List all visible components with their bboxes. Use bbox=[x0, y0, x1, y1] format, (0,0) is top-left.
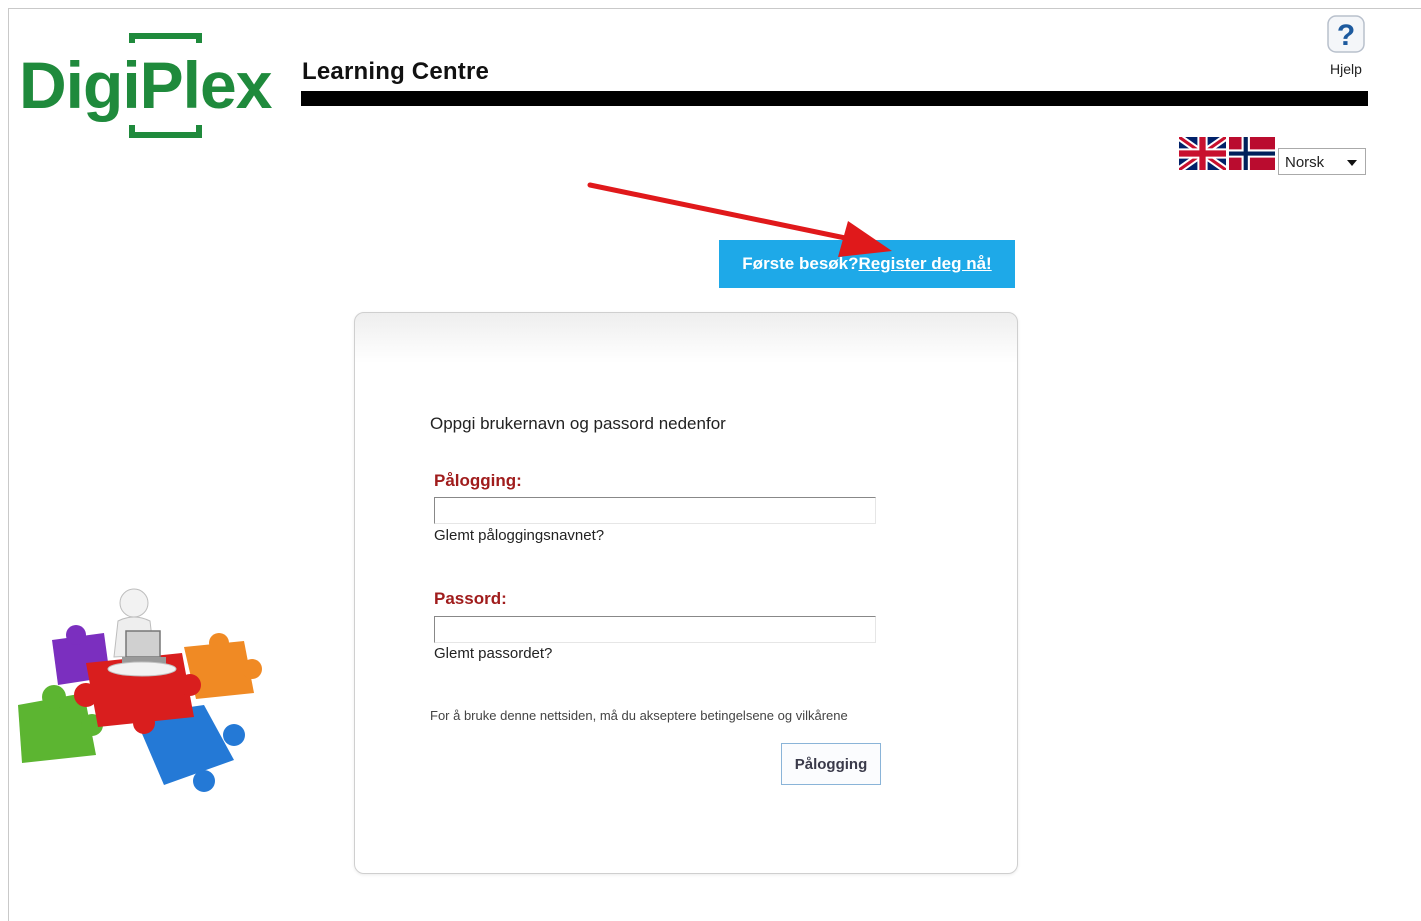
help-label: Hjelp bbox=[1330, 61, 1362, 77]
puzzle-illustration bbox=[18, 588, 262, 792]
forgot-username-link[interactable]: Glemt påloggingsnavnet? bbox=[434, 527, 604, 544]
help-button[interactable]: ? Hjelp bbox=[1322, 15, 1370, 77]
norway-flag-icon[interactable] bbox=[1229, 137, 1275, 170]
username-label: Pålogging: bbox=[434, 471, 522, 490]
svg-text:?: ? bbox=[1337, 19, 1355, 52]
register-banner: Første besøk? Register deg nå! bbox=[719, 240, 1015, 288]
password-label: Passord: bbox=[434, 589, 507, 608]
chevron-down-icon bbox=[1347, 160, 1357, 166]
help-question-icon: ? bbox=[1327, 15, 1365, 53]
uk-flag-icon[interactable] bbox=[1179, 137, 1226, 170]
title-divider-bar bbox=[301, 91, 1368, 106]
first-visit-text: Første besøk? bbox=[742, 254, 859, 273]
login-button[interactable]: Pålogging bbox=[781, 743, 881, 785]
digiplex-logo: DigiPlex bbox=[19, 33, 274, 138]
username-input[interactable] bbox=[434, 497, 876, 524]
register-link[interactable]: Register deg nå! bbox=[859, 254, 992, 274]
forgot-password-link[interactable]: Glemt passordet? bbox=[434, 645, 552, 662]
site-title: Learning Centre bbox=[302, 58, 490, 85]
login-instructions: Oppgi brukernavn og passord nedenfor bbox=[430, 414, 726, 433]
terms-notice: For å bruke denne nettsiden, må du aksep… bbox=[430, 708, 848, 723]
language-select-value: Norsk bbox=[1285, 154, 1325, 171]
language-select[interactable]: Norsk bbox=[1278, 148, 1366, 175]
password-input[interactable] bbox=[434, 616, 876, 643]
svg-text:DigiPlex: DigiPlex bbox=[19, 48, 273, 122]
